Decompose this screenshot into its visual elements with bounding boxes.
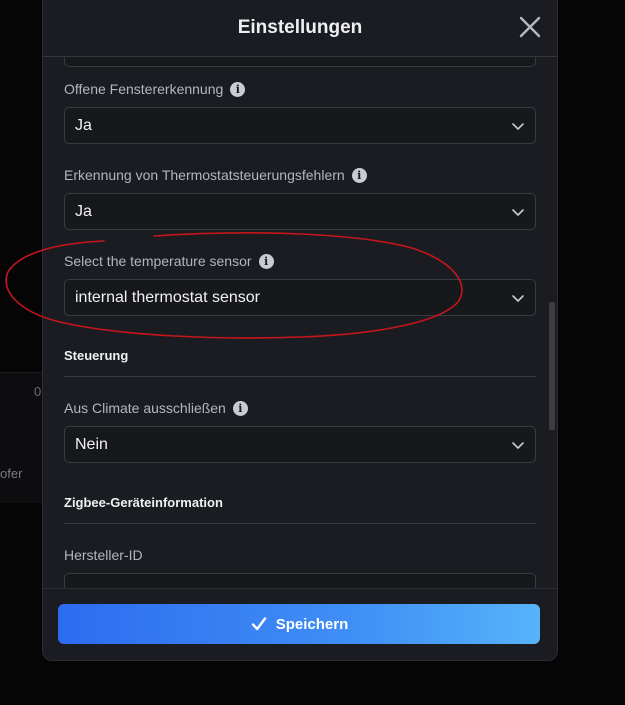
section-divider: [64, 523, 536, 524]
info-icon[interactable]: i: [232, 400, 248, 416]
close-icon: [519, 16, 541, 38]
select-value: internal thermostat sensor: [75, 289, 260, 306]
section-divider: [64, 376, 536, 377]
scrollbar-thumb[interactable]: [549, 302, 555, 430]
section-title-zigbee-info: Zigbee-Geräteinformation: [64, 495, 223, 510]
info-icon[interactable]: i: [258, 253, 274, 269]
field-label-text: Aus Climate ausschließen: [64, 400, 226, 416]
dialog-title: Einstellungen: [237, 17, 363, 38]
settings-dialog: Einstellungen Offene Fenstererkennung i …: [42, 0, 558, 661]
chevron-down-icon: [512, 442, 524, 449]
select-previous[interactable]: [64, 56, 536, 67]
field-label-text: Hersteller-ID: [64, 547, 143, 563]
info-icon[interactable]: i: [230, 81, 246, 97]
select-window-detection[interactable]: Ja: [64, 107, 536, 144]
field-label-exclude-climate: Aus Climate ausschließen i: [64, 400, 248, 416]
manufacturer-id-field[interactable]: [64, 573, 536, 588]
field-label-thermostat-errors: Erkennung von Thermostatsteuerungsfehler…: [64, 167, 367, 183]
save-button[interactable]: Speichern: [58, 604, 540, 644]
save-button-label: Speichern: [275, 615, 349, 633]
checkmark-icon: [251, 617, 266, 631]
chevron-down-icon: [512, 209, 524, 216]
chevron-down-icon: [512, 295, 524, 302]
background-fragment-value: 0: [34, 384, 42, 399]
select-value: Ja: [75, 117, 92, 134]
select-thermostat-errors[interactable]: Ja: [64, 193, 536, 230]
info-icon[interactable]: i: [351, 167, 367, 183]
field-label-text: Erkennung von Thermostatsteuerungsfehler…: [64, 167, 345, 183]
chevron-down-icon: [512, 123, 524, 130]
close-button[interactable]: [517, 14, 543, 40]
field-label-temperature-sensor: Select the temperature sensor i: [64, 253, 274, 269]
select-value: Ja: [75, 203, 92, 220]
dialog-header: Einstellungen: [43, 0, 557, 57]
select-temperature-sensor[interactable]: internal thermostat sensor: [64, 279, 536, 316]
field-label-manufacturer-id: Hersteller-ID: [64, 547, 143, 563]
dialog-content[interactable]: Offene Fenstererkennung i Ja Erkennung v…: [43, 56, 557, 588]
field-label-window-detection: Offene Fenstererkennung i: [64, 81, 246, 97]
background-fragment-text: ofer: [0, 466, 23, 481]
dialog-footer: Speichern: [43, 588, 557, 660]
field-label-text: Offene Fenstererkennung: [64, 81, 224, 97]
select-value: Nein: [75, 436, 108, 453]
field-label-text: Select the temperature sensor: [64, 253, 252, 269]
select-exclude-climate[interactable]: Nein: [64, 426, 536, 463]
section-title-control: Steuerung: [64, 348, 129, 363]
